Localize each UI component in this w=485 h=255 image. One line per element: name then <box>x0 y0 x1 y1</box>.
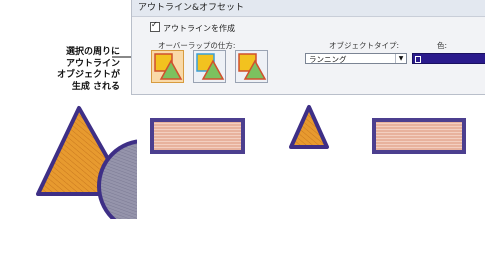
example-triangle-circle <box>36 106 144 219</box>
overlap-square-triangle-icon <box>238 53 267 80</box>
callout-line-1: 選択の周りに <box>65 47 120 57</box>
outline-offset-dialog: アウトライン&オフセット アウトラインを作成 オーバーラップの仕方: オブジェク… <box>131 0 485 95</box>
callout-line-2: アウトライン <box>65 58 120 69</box>
color-swatch[interactable] <box>412 53 485 64</box>
color-label: 色: <box>437 41 448 50</box>
checkbox-icon[interactable] <box>150 20 160 32</box>
overlap-option-2-button[interactable] <box>193 50 226 83</box>
overlap-square-triangle-icon <box>154 53 183 80</box>
overlap-option-1-button[interactable] <box>151 50 184 83</box>
object-type-value: ランニング <box>309 55 347 64</box>
create-outline-checkbox[interactable]: アウトラインを作成 <box>150 20 235 34</box>
pink-rectangle-1 <box>150 118 245 154</box>
callout-line-4: 生成 される <box>71 81 120 92</box>
example-small-triangle <box>289 105 329 149</box>
pink-rectangle-2 <box>372 118 466 154</box>
chevron-down-icon[interactable]: ▼ <box>395 54 406 63</box>
create-outline-label: アウトラインを作成 <box>163 24 235 33</box>
overlap-option-3-button[interactable] <box>235 50 268 83</box>
callout-text: 選択の周りに アウトライン オブジェクトが 生成 される <box>36 47 120 93</box>
dialog-title: アウトライン&オフセット <box>132 0 485 17</box>
object-type-select[interactable]: ランニング ▼ <box>305 53 407 64</box>
callout-line-3: オブジェクトが <box>56 70 120 80</box>
object-type-label: オブジェクトタイプ: <box>329 41 400 50</box>
overlap-square-triangle-icon <box>196 53 225 80</box>
